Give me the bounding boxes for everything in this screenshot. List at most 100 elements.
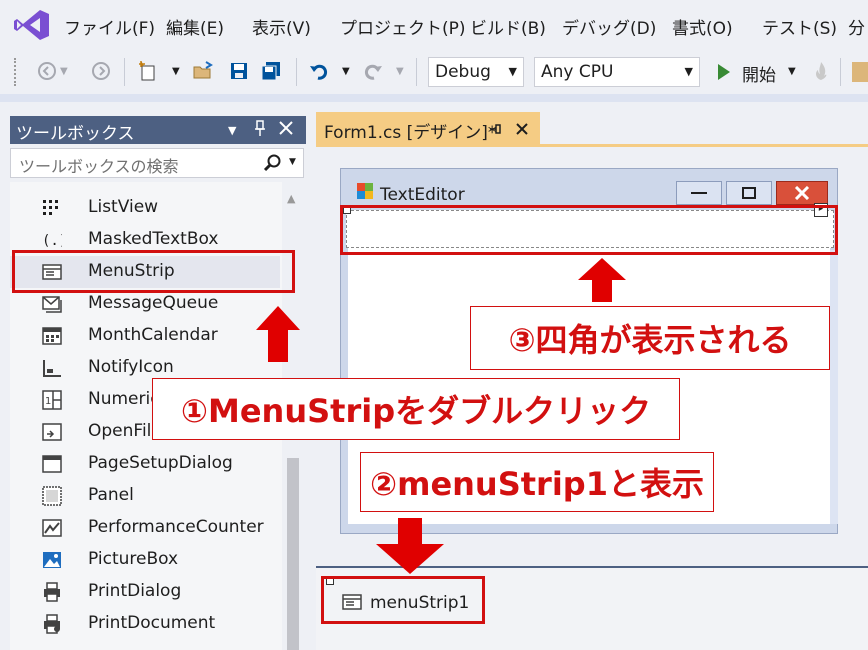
new-project-icon[interactable] (138, 60, 160, 82)
menu-format[interactable]: 書式(O) (672, 14, 733, 39)
search-icon[interactable] (263, 153, 283, 173)
toolbox-item-printdocument[interactable]: PrintDocument (10, 608, 280, 640)
toolbar-separator (124, 58, 125, 86)
toolbox-item-label: Numeric (88, 389, 160, 409)
menu-view[interactable]: 表示(V) (252, 14, 311, 39)
form-border-right (830, 250, 838, 524)
toolbox-item-listview[interactable]: ListView (10, 192, 280, 224)
chevron-down-icon: ▼ (508, 65, 517, 78)
maximize-icon (742, 187, 756, 199)
minimize-button[interactable] (676, 181, 722, 205)
visual-studio-logo-icon[interactable] (14, 9, 50, 41)
toolbox-item-label: PictureBox (88, 549, 179, 569)
toolbar-separator (840, 58, 841, 86)
picturebox-icon (42, 550, 62, 570)
printdocument-icon (42, 614, 62, 634)
maskedtextbox-icon: (.)- (42, 230, 76, 250)
platform-dropdown[interactable]: Any CPU ▼ (534, 57, 700, 87)
pin-icon[interactable] (488, 121, 502, 137)
forward-icon[interactable] (90, 60, 112, 82)
open-folder-icon[interactable] (192, 60, 214, 82)
highlight-menustrip-bar (340, 205, 838, 255)
workspace-divider (0, 94, 868, 102)
performancecounter-icon (42, 518, 62, 538)
arrow-down-icon (376, 518, 444, 574)
close-tab-icon[interactable] (514, 121, 530, 137)
toolbar-separator (296, 58, 297, 86)
toolbox-title: ツールボックス (16, 124, 135, 144)
save-icon[interactable] (228, 60, 250, 82)
listview-icon (42, 198, 62, 218)
form-app-icon (356, 182, 374, 200)
form-title: TextEditor (380, 185, 465, 205)
tab-label: Form1.cs [デザイン]* (324, 123, 497, 143)
toolbox-scroll-thumb[interactable] (287, 458, 299, 650)
toolbox-item-label: PrintDialog (88, 581, 182, 601)
save-all-icon[interactable] (260, 60, 282, 82)
back-dropdown-icon[interactable]: ▼ (60, 66, 68, 77)
toolbar-grip[interactable] (14, 58, 22, 86)
start-button[interactable]: 開始 (742, 61, 776, 86)
minimize-icon (691, 192, 707, 194)
monthcalendar-icon (42, 326, 62, 346)
menu-edit[interactable]: 編集(E) (166, 14, 224, 39)
hot-reload-icon[interactable] (810, 60, 832, 82)
toolbox-item-panel[interactable]: Panel (10, 480, 280, 512)
toolbox-item-label: MonthCalendar (88, 325, 218, 345)
toolbox-item-label: PageSetupDialog (88, 453, 233, 473)
callout-step3: ③四角が表示される (470, 306, 830, 370)
undo-dropdown-icon[interactable]: ▼ (342, 66, 350, 77)
redo-dropdown-icon[interactable]: ▼ (396, 66, 404, 77)
toolbox-item-label: MessageQueue (88, 293, 219, 313)
svg-text:1: 1 (45, 396, 51, 407)
openfiledialog-icon (42, 422, 62, 442)
messagequeue-icon (42, 294, 62, 314)
toolbox-item-printdialog[interactable]: PrintDialog (10, 576, 280, 608)
toolbar-overflow-icon[interactable] (852, 62, 868, 82)
toolbox-item-label: MaskedTextBox (88, 229, 219, 249)
back-icon[interactable] (36, 60, 58, 82)
menu-file[interactable]: ファイル(F) (64, 14, 155, 39)
callout-step1: ①MenuStripをダブルクリック (152, 378, 680, 440)
play-icon[interactable] (714, 60, 734, 84)
new-dropdown-icon[interactable]: ▼ (172, 66, 180, 77)
toolbox-item-picturebox[interactable]: PictureBox (10, 544, 280, 576)
start-dropdown-icon[interactable]: ▼ (788, 66, 796, 77)
toolbox-item-monthcalendar[interactable]: MonthCalendar (10, 320, 280, 352)
tab-form1-design[interactable]: Form1.cs [デザイン]* (316, 112, 540, 146)
arrow-up-icon (578, 258, 626, 302)
close-icon (794, 186, 810, 200)
search-options-dropdown-icon[interactable]: ▼ (289, 157, 296, 167)
menu-debug[interactable]: デバッグ(D) (562, 14, 656, 39)
toolbox-search-input[interactable]: ツールボックスの検索 ▼ (10, 148, 304, 178)
configuration-value: Debug (435, 62, 491, 82)
maximize-button[interactable] (726, 181, 772, 205)
configuration-dropdown[interactable]: Debug ▼ (428, 57, 524, 87)
menu-project[interactable]: プロジェクト(P) (340, 14, 466, 39)
pin-icon[interactable] (252, 118, 268, 138)
menu-test[interactable]: テスト(S) (762, 14, 837, 39)
toolbox-item-pagesetupdialog[interactable]: PageSetupDialog (10, 448, 280, 480)
toolbox-item-performancecounter[interactable]: PerformanceCounter (10, 512, 280, 544)
platform-value: Any CPU (541, 62, 614, 82)
menu-build[interactable]: ビルド(B) (470, 14, 546, 39)
toolbox-item-label: NotifyIcon (88, 357, 174, 377)
toolbox-item-label: PrintDocument (88, 613, 216, 633)
panel-menu-dropdown-icon[interactable]: ▼ (228, 124, 236, 137)
numericupdown-icon: 1 (42, 390, 62, 410)
toolbox-item-label: Panel (88, 485, 134, 505)
undo-icon[interactable] (308, 60, 330, 82)
chevron-down-icon: ▼ (684, 65, 693, 78)
pagesetupdialog-icon (42, 454, 62, 474)
highlight-tray-component (321, 576, 485, 624)
toolbox-search-placeholder: ツールボックスの検索 (19, 157, 179, 176)
arrow-up-icon (256, 306, 300, 362)
printdialog-icon (42, 582, 62, 602)
svg-text:(.)-: (.)- (42, 233, 62, 249)
scroll-up-icon[interactable]: ▲ (287, 192, 295, 205)
close-panel-icon[interactable] (278, 120, 294, 136)
callout-step2: ②menuStrip1と表示 (360, 452, 714, 512)
menu-analyze[interactable]: 分 (848, 14, 865, 39)
form-close-button[interactable] (776, 181, 828, 205)
redo-icon[interactable] (362, 60, 384, 82)
